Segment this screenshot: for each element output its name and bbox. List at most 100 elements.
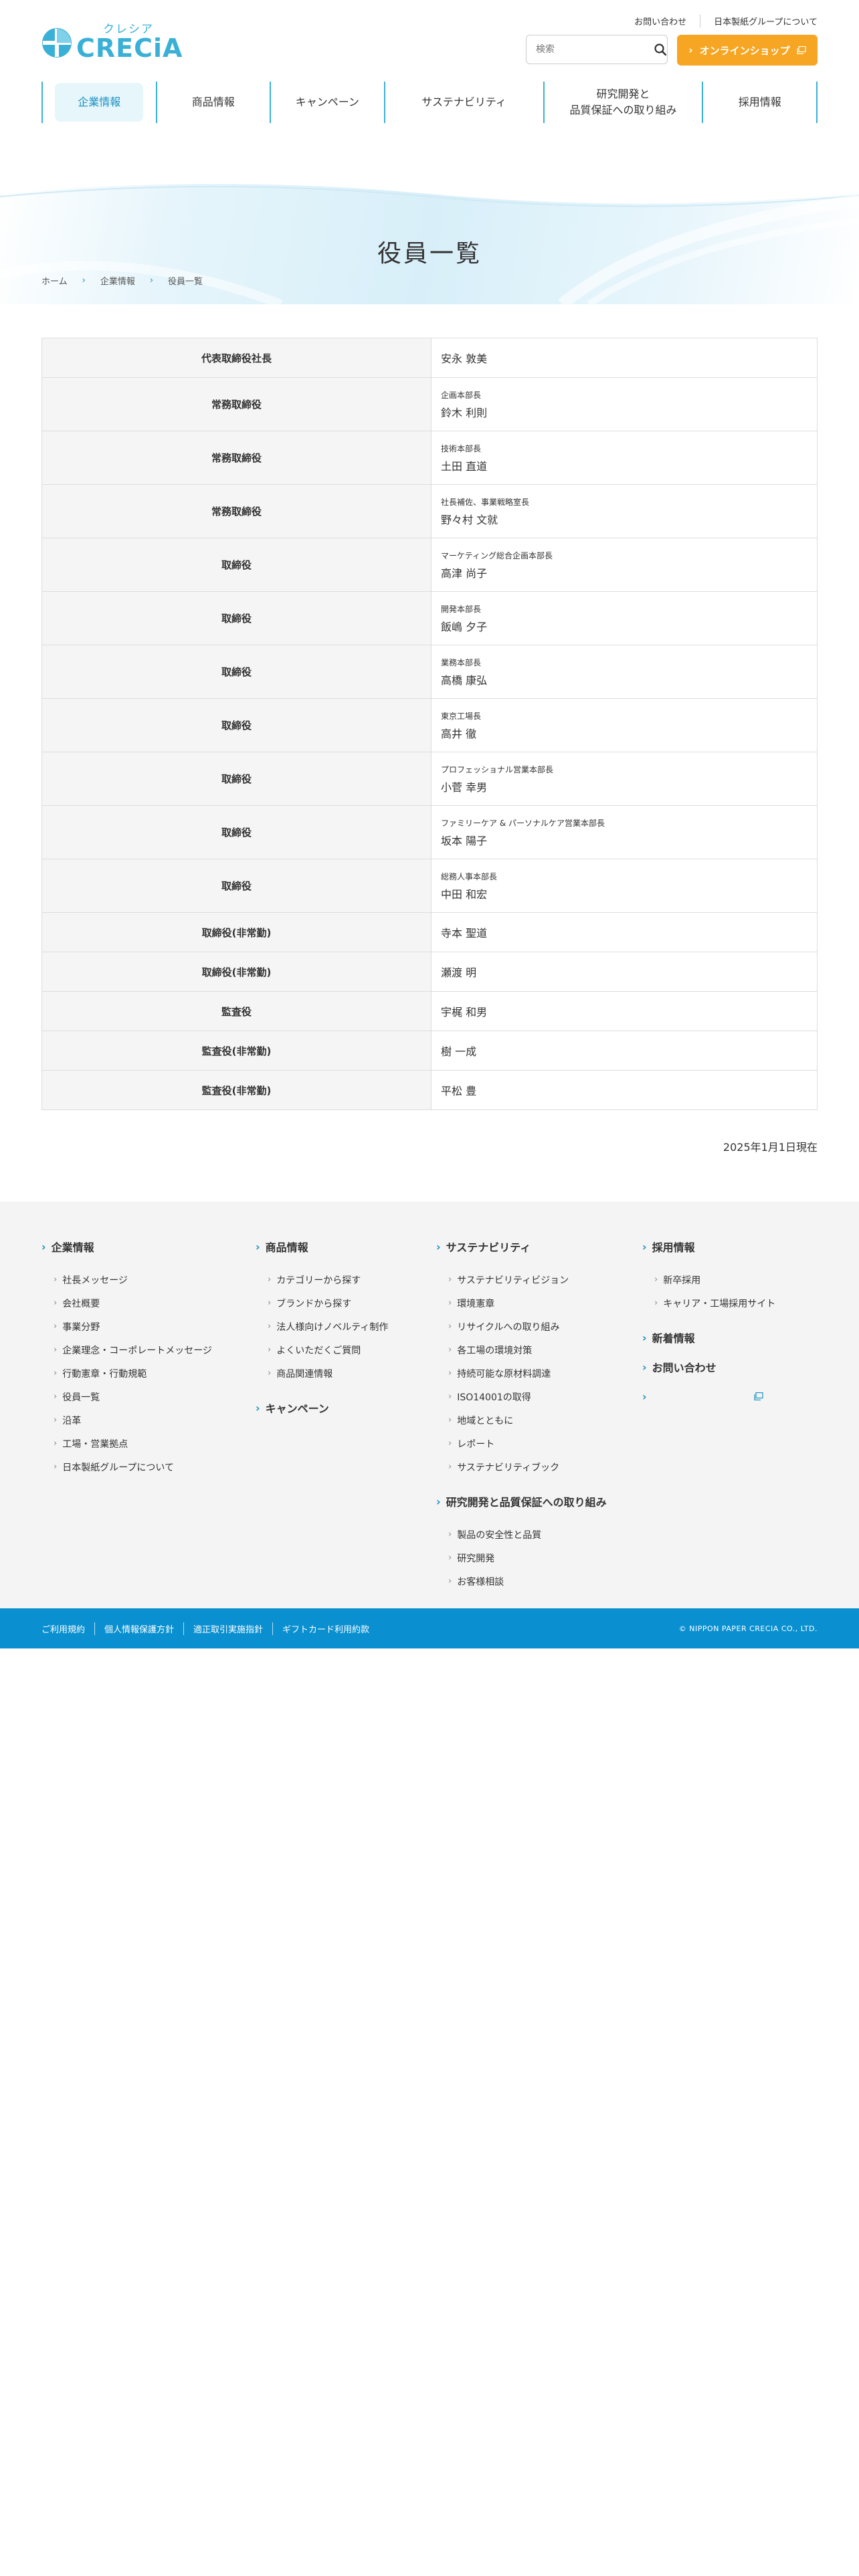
footer-link[interactable]: › 日本製紙グループについて — [54, 1455, 212, 1479]
officer-name: 野々村 文就 — [441, 513, 498, 526]
chevron-right-icon: › — [54, 1462, 58, 1472]
footer-link[interactable]: › ISO14001の取得 — [448, 1385, 607, 1408]
breadcrumb-corporate[interactable]: 企業情報 — [100, 274, 135, 287]
chevron-right-icon: › — [448, 1345, 452, 1355]
chevron-right-icon: › — [268, 1368, 272, 1378]
officer-role: 常務取締役 — [41, 377, 432, 431]
footer-link[interactable]: › 地域とともに — [448, 1408, 607, 1432]
online-shop-button[interactable]: › オンラインショップ — [677, 35, 818, 66]
chevron-right-icon: › — [54, 1415, 58, 1425]
footer-heading-products[interactable]: › 商品情報 — [256, 1239, 388, 1255]
chevron-right-icon: › — [268, 1345, 272, 1355]
footer-link-label: 法人様向けノベルティ制作 — [276, 1321, 389, 1333]
officer-cell: 技術本部長 土田 直道 — [431, 431, 818, 485]
footer-link[interactable]: › リサイクルへの取り組み — [448, 1315, 607, 1338]
nav-recruit[interactable]: 採用情報 — [702, 82, 818, 123]
chevron-right-icon: › — [448, 1576, 452, 1586]
footer-link[interactable]: › 沿革 — [54, 1408, 212, 1432]
footer-link[interactable]: › キャリア・工場採用サイト — [654, 1291, 775, 1315]
site-logo[interactable]: クレシア CRECiA — [41, 24, 183, 61]
footer-link-label: サステナビリティビジョン — [457, 1275, 569, 1286]
chevron-right-icon: › — [642, 1390, 647, 1403]
footer-link-label: キャリア・工場採用サイト — [663, 1298, 776, 1309]
external-link-icon — [796, 46, 806, 54]
breadcrumb-home[interactable]: ホーム — [41, 274, 68, 287]
chevron-right-icon: › — [149, 276, 154, 286]
footer-link[interactable]: › 工場・営業拠点 — [54, 1432, 212, 1455]
footer-link[interactable]: › 各工場の環境対策 — [448, 1338, 607, 1362]
footer-heading-sustainability[interactable]: › サステナビリティ — [436, 1239, 607, 1255]
footer-heading-campaign[interactable]: › キャンペーン — [256, 1400, 388, 1416]
footer-link[interactable]: › 製品の安全性と品質 — [448, 1523, 607, 1546]
chevron-right-icon: › — [54, 1392, 58, 1402]
footer-link[interactable]: › 法人様向けノベルティ制作 — [268, 1315, 388, 1338]
online-shop-label: オンラインショップ — [699, 44, 790, 57]
nav-products[interactable]: 商品情報 — [155, 82, 270, 123]
table-row: 監査役(非常勤) 樹 一成 — [41, 1031, 818, 1071]
footer-link[interactable]: › レポート — [448, 1432, 607, 1455]
table-row: 常務取締役 技術本部長 土田 直道 — [41, 431, 818, 485]
footer-link[interactable]: › ブランドから探す — [268, 1291, 388, 1315]
as-of-date: 2025年1月1日現在 — [723, 1141, 818, 1154]
table-row: 取締役 東京工場長 高井 徹 — [41, 698, 818, 752]
chevron-right-icon: › — [268, 1298, 272, 1308]
officer-department: 東京工場長 — [441, 711, 482, 721]
footer-link-label: よくいただくご質問 — [276, 1345, 361, 1356]
footer-heading-contact[interactable]: › お問い合わせ — [642, 1359, 775, 1375]
footer-link[interactable]: › 事業分野 — [54, 1315, 212, 1338]
gift-card-terms-link[interactable]: ギフトカード利用約款 — [272, 1622, 379, 1635]
chevron-right-icon: › — [256, 1240, 260, 1253]
footer-link[interactable]: › 役員一覧 — [54, 1385, 212, 1408]
officer-name: 寺本 聖道 — [441, 927, 488, 940]
footer-link[interactable]: › お客様相談 — [448, 1570, 607, 1593]
officer-department: マーケティング総合企画本部長 — [441, 550, 553, 560]
footer-link[interactable]: › サステナビリティブック — [448, 1455, 607, 1479]
nav-corporate[interactable]: 企業情報 — [41, 82, 156, 123]
footer-heading-recruit[interactable]: › 採用情報 — [642, 1239, 775, 1255]
footer-link-label: リサイクルへの取り組み — [457, 1321, 560, 1333]
footer-link[interactable]: › 会社概要 — [54, 1291, 212, 1315]
group-link[interactable]: 日本製紙グループについて — [700, 15, 818, 27]
nav-campaign[interactable]: キャンペーン — [270, 82, 384, 123]
footer-heading-news[interactable]: › 新着情報 — [642, 1329, 775, 1346]
footer-link-label: 地域とともに — [457, 1415, 514, 1426]
officer-cell: 業務本部長 高橋 康弘 — [431, 645, 818, 699]
footer-link-label: 沿革 — [62, 1415, 82, 1426]
terms-link[interactable]: ご利用規約 — [41, 1622, 94, 1635]
footer-link-label: 研究開発 — [457, 1553, 495, 1564]
breadcrumb: ホーム › 企業情報 › 役員一覧 — [41, 274, 203, 287]
footer-link[interactable]: › 研究開発 — [448, 1546, 607, 1570]
privacy-link[interactable]: 個人情報保護方針 — [94, 1622, 183, 1635]
search-icon[interactable] — [654, 36, 667, 63]
chevron-right-icon: › — [642, 1331, 647, 1344]
officer-name: 高津 尚子 — [441, 566, 488, 580]
footer-link[interactable]: › 商品関連情報 — [268, 1362, 388, 1385]
table-row: 取締役 プロフェッショナル営業本部長 小菅 幸男 — [41, 752, 818, 806]
officer-role: 監査役(非常勤) — [41, 1070, 432, 1110]
footer-link[interactable]: › サステナビリティビジョン — [448, 1268, 607, 1291]
footer-link-label: 日本製紙グループについて — [62, 1462, 174, 1473]
contact-link[interactable]: お問い合わせ — [634, 15, 700, 27]
officer-role: 常務取締役 — [41, 431, 432, 485]
chevron-right-icon: › — [448, 1415, 452, 1425]
footer-link[interactable]: › 環境憲章 — [448, 1291, 607, 1315]
fair-trade-link[interactable]: 適正取引実施指針 — [183, 1622, 272, 1635]
footer-link[interactable]: › 新卒採用 — [654, 1268, 775, 1291]
nav-rd-quality[interactable]: 研究開発と 品質保証への取り組み — [543, 82, 702, 123]
footer-link[interactable]: › 行動憲章・行動規範 — [54, 1362, 212, 1385]
footer-heading-corporate[interactable]: › 企業情報 — [41, 1239, 212, 1255]
footer-heading-rd[interactable]: › 研究開発と品質保証への取り組み — [436, 1493, 607, 1509]
footer-col-corporate: › 企業情報 › 社長メッセージ › 会社概要 › 事業分野 › 企業理念・コーポレートメッセー… — [41, 1239, 212, 1479]
footer-link[interactable]: › 企業理念・コーポレートメッセージ — [54, 1338, 212, 1362]
officer-department: 業務本部長 — [441, 657, 482, 667]
table-row: 取締役 開発本部長 飯嶋 夕子 — [41, 591, 818, 645]
footer-link[interactable]: › 社長メッセージ — [54, 1268, 212, 1291]
footer-link[interactable]: › カテゴリーから探す — [268, 1268, 388, 1291]
chevron-right-icon: › — [642, 1360, 647, 1374]
footer-link[interactable]: › 持続可能な原材料調達 — [448, 1362, 607, 1385]
footer-heading-online-shop[interactable]: › オンラインショップ — [642, 1388, 775, 1404]
footer-link[interactable]: › よくいただくご質問 — [268, 1338, 388, 1362]
footer-link-label: サステナビリティブック — [457, 1462, 560, 1473]
search-input[interactable] — [535, 43, 654, 56]
nav-sustainability[interactable]: サステナビリティ — [383, 82, 543, 123]
